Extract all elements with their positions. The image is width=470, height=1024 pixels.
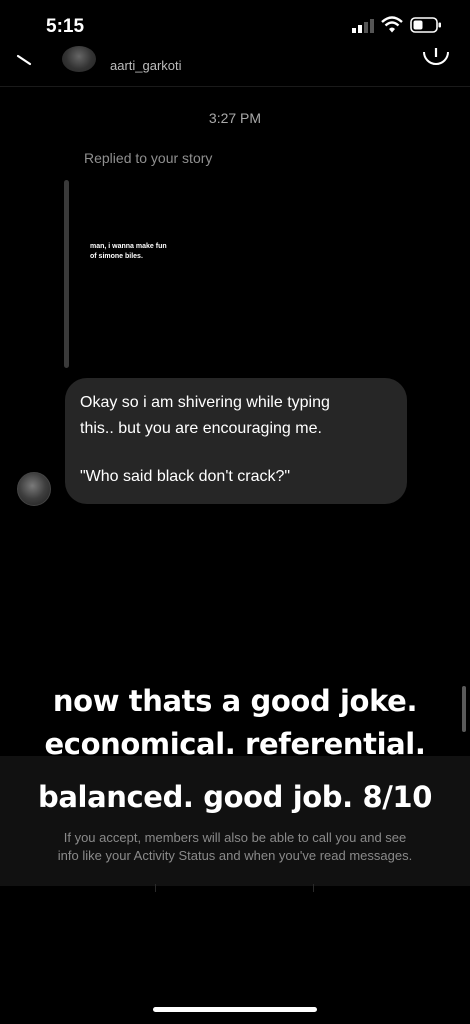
battery-icon <box>410 17 441 33</box>
request-info-text: If you accept, members will also be able… <box>20 829 450 865</box>
sender-avatar[interactable] <box>17 472 51 506</box>
message-timestamp: 3:27 PM <box>208 110 262 126</box>
story-text: man, i wanna make fun of simone biles. <box>90 242 200 262</box>
home-indicator[interactable] <box>153 1007 317 1012</box>
status-time: 5:15 <box>46 16 85 37</box>
header-avatar[interactable] <box>62 46 96 72</box>
signal-icon <box>352 19 374 33</box>
caption-overlay: balanced. good job. 8/10 <box>38 780 432 814</box>
action-divider <box>313 884 314 892</box>
message-text: "Who said black don't crack?" <box>80 468 291 485</box>
story-text-line: man, i wanna make fun <box>90 243 167 250</box>
replied-to-story-label: Replied to your story <box>84 150 213 166</box>
request-info-line: info like your Activity Status and when … <box>57 848 413 863</box>
story-preview[interactable]: man, i wanna make fun of simone biles. <box>80 180 200 368</box>
story-text-line: of simone biles. <box>90 253 143 260</box>
message-request-panel <box>0 756 470 886</box>
chat-header: aarti_garkoti <box>0 40 470 87</box>
message-text: Okay so i am shivering while typing <box>80 394 330 411</box>
message-bubble[interactable]: Okay so i am shivering while typing this… <box>65 378 407 504</box>
caption-overlay: now thats a good joke. <box>52 684 418 718</box>
request-info-line: If you accept, members will also be able… <box>63 830 407 845</box>
caption-overlay: economical. referential. <box>44 727 426 761</box>
back-chevron-icon[interactable] <box>16 48 36 68</box>
action-divider <box>155 884 156 892</box>
message-text: this.. but you are encouraging me. <box>80 420 322 437</box>
info-icon[interactable] <box>422 44 450 72</box>
header-username[interactable]: aarti_garkoti <box>110 58 182 73</box>
wifi-icon <box>381 16 403 33</box>
story-reply-bar <box>64 180 69 368</box>
